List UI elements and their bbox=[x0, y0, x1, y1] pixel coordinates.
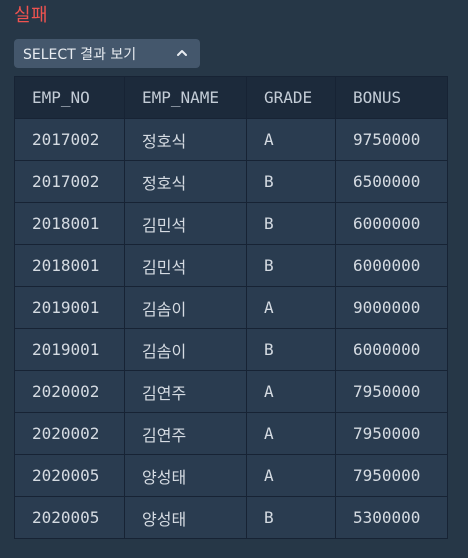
cell-grade: A bbox=[246, 118, 336, 161]
column-header-emp-no: EMP_NO bbox=[14, 76, 125, 119]
table-row: 2019001 김솜이 A 9000000 bbox=[14, 286, 448, 329]
table-row: 2019001 김솜이 B 6000000 bbox=[14, 328, 448, 371]
table-row: 2020002 김연주 A 7950000 bbox=[14, 412, 448, 455]
cell-bonus: 6000000 bbox=[335, 328, 448, 371]
cell-emp-no: 2017002 bbox=[14, 160, 125, 203]
table-row: 2020002 김연주 A 7950000 bbox=[14, 370, 448, 413]
table-row: 2017002 정호식 A 9750000 bbox=[14, 118, 448, 161]
table-row: 2017002 정호식 B 6500000 bbox=[14, 160, 448, 203]
cell-emp-name: 김솜이 bbox=[124, 286, 247, 329]
cell-bonus: 9750000 bbox=[335, 118, 448, 161]
cell-bonus: 7950000 bbox=[335, 370, 448, 413]
cell-bonus: 6000000 bbox=[335, 244, 448, 287]
column-header-bonus: BONUS bbox=[335, 76, 448, 119]
cell-emp-name: 정호식 bbox=[124, 118, 247, 161]
column-header-grade: GRADE bbox=[246, 76, 336, 119]
cell-bonus: 7950000 bbox=[335, 454, 448, 497]
table-header-row: EMP_NO EMP_NAME GRADE BONUS bbox=[14, 76, 448, 119]
select-result-toggle-button[interactable]: SELECT 결과 보기 bbox=[14, 39, 200, 68]
table-row: 2020005 양성태 A 7950000 bbox=[14, 454, 448, 497]
cell-grade: B bbox=[246, 244, 336, 287]
cell-bonus: 6000000 bbox=[335, 202, 448, 245]
cell-emp-name: 양성태 bbox=[124, 496, 247, 539]
cell-emp-no: 2020002 bbox=[14, 412, 125, 455]
cell-grade: B bbox=[246, 202, 336, 245]
result-table: EMP_NO EMP_NAME GRADE BONUS 2017002 정호식 A 9… bbox=[14, 76, 448, 539]
cell-grade: B bbox=[246, 160, 336, 203]
column-header-emp-name: EMP_NAME bbox=[124, 76, 247, 119]
table-row: 2018001 김민석 B 6000000 bbox=[14, 244, 448, 287]
cell-grade: A bbox=[246, 370, 336, 413]
cell-emp-no: 2018001 bbox=[14, 244, 125, 287]
result-status-title: 실패 bbox=[14, 5, 49, 26]
cell-emp-name: 김연주 bbox=[124, 370, 247, 413]
cell-emp-no: 2018001 bbox=[14, 202, 125, 245]
cell-emp-no: 2017002 bbox=[14, 118, 125, 161]
table-row: 2020005 양성태 B 5300000 bbox=[14, 496, 448, 539]
cell-grade: B bbox=[246, 328, 336, 371]
table-body: 2017002 정호식 A 9750000 2017002 정호식 B 6500000 2018… bbox=[14, 118, 448, 539]
cell-bonus: 6500000 bbox=[335, 160, 448, 203]
cell-grade: A bbox=[246, 286, 336, 329]
cell-emp-name: 김연주 bbox=[124, 412, 247, 455]
cell-bonus: 9000000 bbox=[335, 286, 448, 329]
cell-bonus: 7950000 bbox=[335, 412, 448, 455]
cell-emp-no: 2020005 bbox=[14, 454, 125, 497]
cell-emp-no: 2019001 bbox=[14, 286, 125, 329]
cell-emp-name: 김민석 bbox=[124, 244, 247, 287]
cell-grade: A bbox=[246, 454, 336, 497]
cell-emp-name: 김솜이 bbox=[124, 328, 247, 371]
cell-emp-name: 김민석 bbox=[124, 202, 247, 245]
table-row: 2018001 김민석 B 6000000 bbox=[14, 202, 448, 245]
cell-emp-name: 정호식 bbox=[124, 160, 247, 203]
cell-bonus: 5300000 bbox=[335, 496, 448, 539]
cell-emp-no: 2020002 bbox=[14, 370, 125, 413]
cell-emp-no: 2019001 bbox=[14, 328, 125, 371]
cell-emp-no: 2020005 bbox=[14, 496, 125, 539]
toggle-label: SELECT 결과 보기 bbox=[23, 46, 137, 63]
chevron-up-icon bbox=[177, 50, 187, 56]
cell-grade: A bbox=[246, 412, 336, 455]
cell-emp-name: 양성태 bbox=[124, 454, 247, 497]
cell-grade: B bbox=[246, 496, 336, 539]
